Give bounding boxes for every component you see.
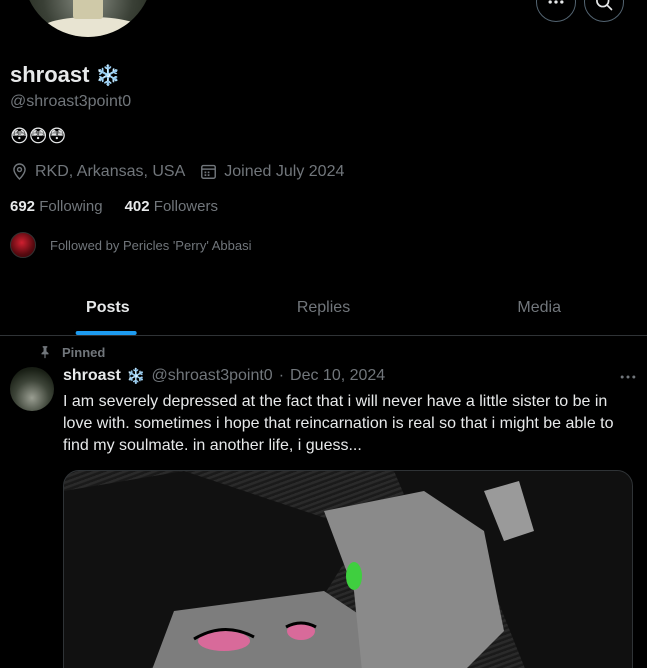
search-icon [596, 0, 613, 11]
joined-item: Joined July 2024 [199, 162, 344, 181]
tab-replies-label: Replies [296, 298, 351, 316]
calendar-icon [201, 164, 217, 179]
avatar-candle-shape [73, 0, 103, 19]
profile-display-name: shroast ❄️ [10, 62, 120, 88]
profile-bio: 😳😳😳 [10, 126, 67, 146]
followed-by-text: Followed by Pericles 'Perry' Abbasi [50, 237, 252, 253]
following-label: Following [39, 198, 103, 215]
followers-count: 402 [124, 198, 150, 215]
profile-meta: RKD, Arkansas, USA Joined July 2024 [10, 162, 358, 181]
post-author-handle[interactable]: @shroast3point0 [151, 367, 272, 385]
avatar-plate-shape [41, 17, 141, 37]
post-author-name[interactable]: shroast [63, 367, 121, 385]
location-text: RKD, Arkansas, USA [35, 162, 186, 180]
following-link[interactable]: 692 Following [10, 198, 103, 215]
followers-label: Followers [153, 198, 218, 215]
followed-by-row[interactable]: Followed by Pericles 'Perry' Abbasi [10, 232, 252, 258]
media-illustration [64, 471, 632, 668]
search-profile-button[interactable] [584, 0, 624, 22]
joined-text: Joined July 2024 [224, 162, 345, 180]
location-pin-icon [13, 163, 26, 181]
tab-posts[interactable]: Posts [0, 280, 216, 335]
location-item: RKD, Arkansas, USA [10, 162, 185, 181]
post-date[interactable]: Dec 10, 2024 [290, 367, 385, 385]
active-tab-indicator [75, 331, 137, 335]
display-name-text: shroast [10, 62, 90, 87]
follower-avatar [10, 232, 36, 258]
more-options-button[interactable] [536, 0, 576, 22]
profile-avatar[interactable] [20, 0, 156, 40]
tab-replies[interactable]: Replies [216, 280, 432, 335]
post-separator: · [278, 367, 285, 384]
illustration-eye-green [346, 562, 362, 590]
post-media-image[interactable] [63, 470, 633, 668]
following-count: 692 [10, 198, 36, 215]
follow-stats: 692 Following 402 Followers [10, 198, 218, 215]
snowflake-emoji: ❄️ [95, 64, 121, 87]
tab-media[interactable]: Media [431, 280, 647, 335]
pinned-indicator: Pinned [38, 344, 105, 360]
pinned-label: Pinned [62, 344, 106, 360]
more-horizontal-icon [620, 375, 636, 379]
tab-posts-label: Posts [86, 298, 130, 316]
post-author-avatar[interactable] [10, 367, 54, 411]
post-author-emoji: ❄️ [126, 368, 146, 385]
pin-icon [41, 346, 49, 359]
post-more-button[interactable] [618, 367, 638, 392]
profile-handle: @shroast3point0 [10, 93, 132, 110]
post-header: shroast ❄️ @shroast3point0 · Dec 10, 202… [63, 367, 638, 385]
followers-link[interactable]: 402 Followers [125, 198, 218, 215]
post-body-text: I am severely depressed at the fact that… [63, 393, 614, 454]
more-horizontal-icon [548, 0, 564, 4]
tab-media-label: Media [517, 298, 561, 316]
profile-tabs: Posts Replies Media [0, 280, 647, 336]
